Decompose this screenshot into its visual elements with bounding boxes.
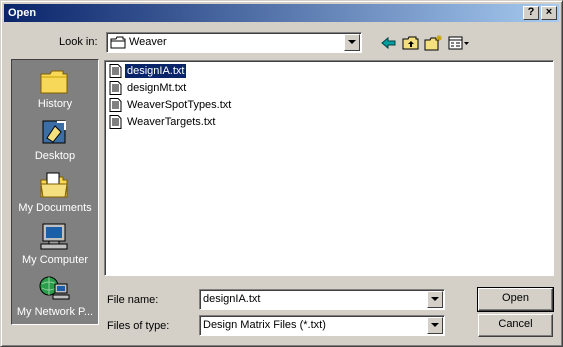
file-name-combo[interactable]: designIA.txt (199, 289, 445, 310)
place-my-network-places[interactable]: My Network P... (12, 270, 98, 322)
desktop-icon (42, 120, 66, 144)
look-in-dropdown-button[interactable] (344, 34, 360, 51)
place-history[interactable]: History (12, 62, 98, 114)
text-file-icon (109, 115, 122, 129)
text-file-icon (109, 64, 122, 78)
folder-icon (110, 36, 126, 49)
open-dialog: Open ? × Look in: Weaver History Desktop… (0, 0, 563, 347)
place-desktop[interactable]: Desktop (12, 114, 98, 166)
new-folder-icon[interactable] (423, 34, 443, 52)
file-name-input[interactable]: designIA.txt (203, 293, 260, 305)
files-of-type-select[interactable]: Design Matrix Files (*.txt) (199, 315, 445, 336)
history-icon (40, 70, 68, 94)
text-file-icon (109, 81, 122, 95)
up-one-level-icon[interactable] (401, 34, 421, 52)
files-of-type-value: Design Matrix Files (*.txt) (203, 319, 326, 331)
title-bar[interactable]: Open ? × (4, 4, 559, 22)
look-in-value: Weaver (129, 36, 167, 48)
file-list[interactable]: designIA.txt designMt.txt WeaverSpotType… (104, 60, 554, 276)
dialog-title: Open (8, 7, 37, 19)
open-button[interactable]: Open (477, 287, 554, 312)
file-name-label: File name: (107, 294, 159, 306)
cancel-button[interactable]: Cancel (478, 314, 553, 337)
text-file-icon (109, 98, 122, 112)
file-name: designMt.txt (127, 82, 187, 94)
file-name: designIA.txt (123, 63, 188, 79)
my-documents-icon (40, 172, 68, 198)
view-menu-icon[interactable] (447, 34, 471, 52)
file-name-dropdown-button[interactable] (427, 291, 443, 308)
place-my-documents[interactable]: My Documents (12, 166, 98, 218)
my-computer-icon (40, 223, 68, 250)
file-name: WeaverTargets.txt (127, 116, 216, 128)
place-label: My Network P... (16, 306, 94, 318)
place-label: History (37, 98, 73, 110)
look-in-label: Look in: (59, 36, 98, 48)
file-name: WeaverSpotTypes.txt (127, 99, 232, 111)
back-arrow-icon[interactable] (379, 34, 399, 52)
place-my-computer[interactable]: My Computer (12, 218, 98, 270)
help-button[interactable]: ? (523, 6, 539, 20)
places-bar: History Desktop My Documents My Computer… (11, 59, 99, 325)
my-network-places-icon (39, 276, 70, 300)
place-label: My Computer (21, 254, 89, 266)
close-button[interactable]: × (541, 6, 557, 20)
files-of-type-label: Files of type: (107, 320, 170, 332)
look-in-combo[interactable]: Weaver (106, 32, 362, 53)
files-of-type-dropdown-button[interactable] (427, 317, 443, 334)
place-label: Desktop (34, 150, 76, 162)
place-label: My Documents (18, 202, 92, 214)
